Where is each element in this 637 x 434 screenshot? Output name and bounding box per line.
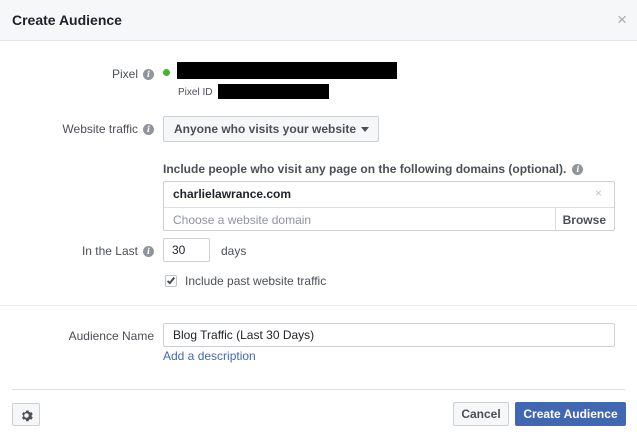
- footer-divider: [12, 389, 625, 390]
- info-icon[interactable]: i: [143, 68, 154, 80]
- audience-name-label: Audience Name: [68, 329, 154, 343]
- caret-down-icon: [361, 127, 369, 132]
- checkmark-icon: [166, 275, 176, 285]
- include-past-traffic-checkbox[interactable]: [165, 275, 177, 287]
- pixel-label: Pixel: [111, 67, 138, 81]
- browse-separator: [555, 208, 556, 231]
- in-the-last-label-row: In the Last i: [82, 244, 154, 258]
- browse-button[interactable]: Browse: [563, 213, 606, 227]
- website-traffic-label: Website traffic: [62, 122, 138, 136]
- dialog-header: Create Audience ×: [0, 0, 637, 41]
- info-icon[interactable]: i: [143, 123, 154, 135]
- cancel-button[interactable]: Cancel: [453, 402, 509, 426]
- domain-token-field[interactable]: charlielawrance.com × Browse: [163, 181, 615, 231]
- pixel-status-dot: [163, 69, 170, 76]
- domain-field-divider: [164, 207, 614, 208]
- audience-name-label-row: Audience Name: [69, 329, 154, 343]
- gear-icon: [22, 410, 33, 422]
- website-traffic-dropdown[interactable]: Anyone who visits your website: [163, 116, 379, 142]
- domains-instruction: Include people who visit any page on the…: [163, 162, 567, 176]
- info-icon[interactable]: i: [572, 163, 584, 175]
- days-input[interactable]: [163, 238, 210, 262]
- settings-button[interactable]: [12, 403, 40, 426]
- redacted-pixel-id: [218, 84, 329, 99]
- pixel-id-label: Pixel ID: [178, 87, 213, 98]
- domains-instruction-row: Include people who visit any page on the…: [163, 162, 584, 176]
- redacted-pixel-name: [177, 62, 397, 79]
- info-icon[interactable]: i: [143, 245, 154, 257]
- include-past-traffic-label: Include past website traffic: [185, 274, 327, 288]
- pixel-label-row: Pixel i: [112, 67, 154, 81]
- domain-chip: charlielawrance.com: [173, 187, 292, 201]
- dialog-title: Create Audience: [12, 12, 122, 28]
- in-the-last-label: In the Last: [81, 244, 138, 258]
- section-divider: [0, 305, 637, 306]
- create-audience-button[interactable]: Create Audience: [515, 402, 626, 426]
- close-icon[interactable]: ×: [617, 10, 627, 30]
- website-traffic-selected: Anyone who visits your website: [174, 122, 357, 136]
- add-description-link[interactable]: Add a description: [163, 349, 256, 363]
- audience-name-input[interactable]: [163, 323, 615, 347]
- remove-domain-icon[interactable]: ×: [595, 186, 602, 200]
- website-traffic-label-row: Website traffic i: [62, 122, 154, 136]
- days-unit-label: days: [221, 244, 247, 258]
- domain-input[interactable]: [173, 212, 543, 228]
- create-audience-dialog: Create Audience × Pixel i Pixel ID Websi…: [0, 0, 637, 434]
